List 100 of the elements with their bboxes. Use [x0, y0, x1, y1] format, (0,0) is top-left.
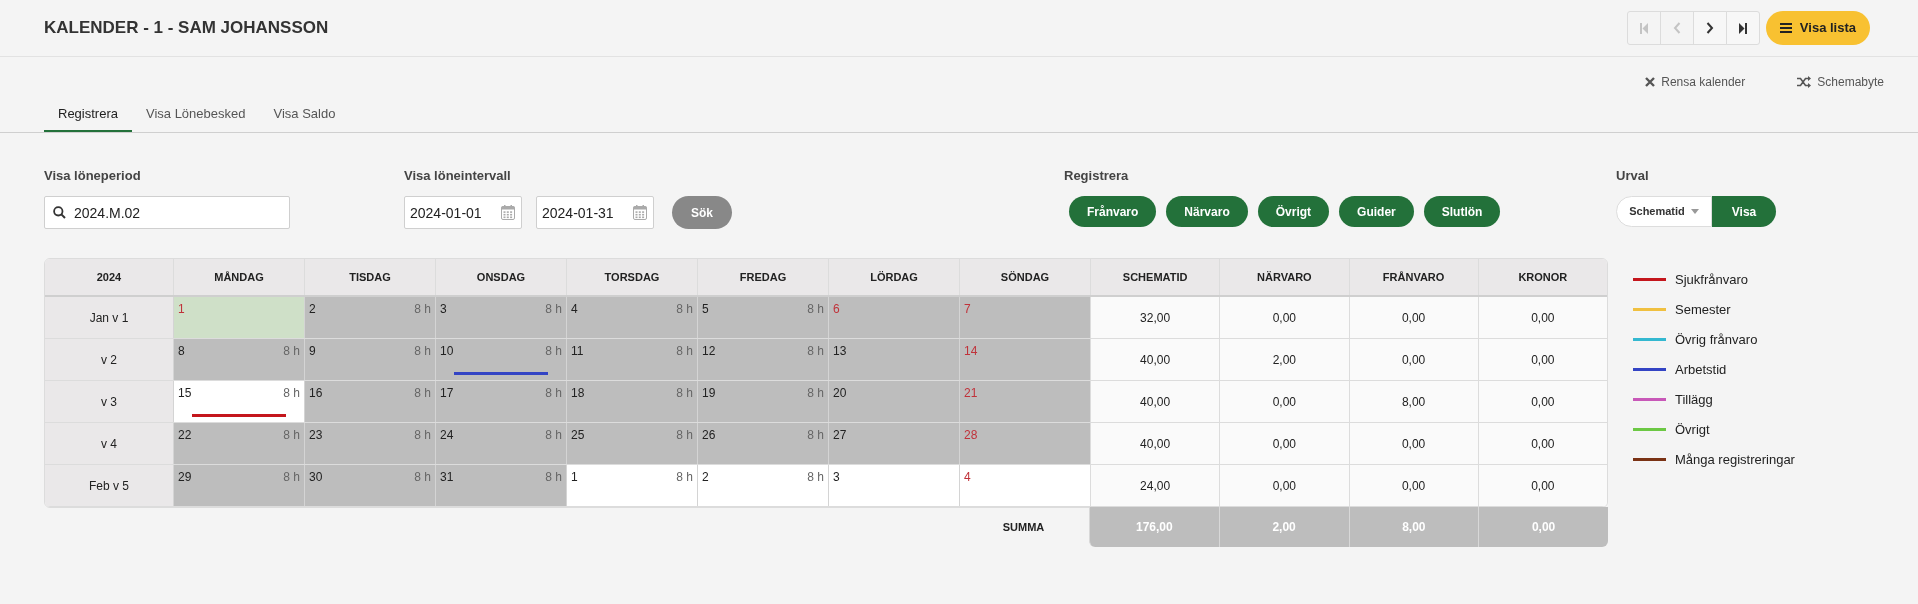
hours-label: 8 h [414, 427, 431, 444]
pager-button[interactable] [1725, 11, 1760, 45]
day-cell[interactable]: 12 8 h [697, 339, 828, 380]
day-cell[interactable]: 13 [828, 339, 959, 380]
day-number: 24 [440, 427, 454, 444]
day-number: 13 [833, 343, 847, 360]
tab[interactable]: Registrera [44, 98, 132, 132]
column-header: LÖRDAG [828, 259, 959, 295]
day-cell[interactable]: 23 8 h [304, 423, 435, 464]
day-cell[interactable]: 11 8 h [566, 339, 697, 380]
hours-label: 8 h [676, 427, 693, 444]
chevron-right-icon [1705, 22, 1714, 34]
day-number: 1 [178, 301, 185, 318]
day-cell[interactable]: 25 8 h [566, 423, 697, 464]
legend-label: Övrig frånvaro [1675, 330, 1758, 349]
day-cell[interactable]: 17 8 h [435, 381, 566, 422]
register-button[interactable]: Närvaro [1166, 196, 1248, 227]
day-cell[interactable]: 24 8 h [435, 423, 566, 464]
day-number: 7 [964, 301, 971, 318]
day-number: 3 [440, 301, 447, 318]
day-number: 25 [571, 427, 585, 444]
register-button[interactable]: Frånvaro [1069, 196, 1157, 227]
search-button[interactable]: Sök [672, 196, 732, 229]
day-number: 27 [833, 427, 847, 444]
action-link[interactable]: Rensa kalender [1645, 74, 1746, 90]
day-cell[interactable]: 26 8 h [697, 423, 828, 464]
day-number: 29 [178, 469, 192, 486]
skip-last-icon [1737, 22, 1748, 34]
field-label: Visa löneintervall [404, 167, 512, 184]
column-header: TORSDAG [566, 259, 697, 295]
day-cell[interactable]: 5 8 h [697, 297, 828, 338]
sum-label: SUMMA [1001, 519, 1046, 535]
day-cell[interactable]: 1 [173, 297, 304, 338]
day-number: 18 [571, 385, 585, 402]
hours-label: 8 h [283, 343, 300, 360]
day-cell[interactable]: 18 8 h [566, 381, 697, 422]
day-cell[interactable]: 4 8 h [566, 297, 697, 338]
tab[interactable]: Visa Saldo [259, 98, 350, 132]
day-cell[interactable]: 10 8 h [435, 339, 566, 380]
register-button[interactable]: Guider [1339, 196, 1414, 227]
legend-label: Övrigt [1675, 420, 1710, 439]
day-number: 15 [178, 385, 192, 402]
shuffle-icon [1797, 76, 1812, 88]
day-cell[interactable]: 16 8 h [304, 381, 435, 422]
day-number: 2 [702, 469, 709, 486]
field-label: Visa löneperiod [44, 167, 142, 184]
day-cell[interactable]: 27 [828, 423, 959, 464]
tab[interactable]: Visa Lönebesked [131, 98, 260, 132]
column-header: NÄRVARO [1219, 259, 1349, 295]
hours-label: 8 h [545, 469, 562, 486]
sum-cell: 8,00 [1348, 507, 1479, 547]
skip-first-icon [1638, 22, 1649, 34]
register-button[interactable]: Övrigt [1257, 196, 1330, 227]
day-number: 14 [964, 343, 978, 360]
action-link[interactable]: Schemabyte [1797, 74, 1884, 90]
day-cell[interactable]: 2 8 h [304, 297, 435, 338]
column-header: SÖNDAG [959, 259, 1090, 295]
day-number: 31 [440, 469, 454, 486]
day-cell[interactable]: 9 8 h [304, 339, 435, 380]
total-cell: 0,00 [1477, 465, 1607, 506]
day-cell[interactable]: 3 [828, 465, 959, 506]
day-cell[interactable]: 29 8 h [173, 465, 304, 506]
column-header: FRÅNVARO [1348, 259, 1478, 295]
day-number: 5 [702, 301, 709, 318]
day-cell[interactable]: 20 [828, 381, 959, 422]
search-field[interactable]: 2024.M.02 [44, 196, 290, 229]
day-cell[interactable]: 1 8 h [566, 465, 697, 506]
column-header: MÅNDAG [173, 259, 304, 295]
date-field[interactable]: 2024-01-31 [536, 196, 654, 229]
day-cell[interactable]: 22 8 h [173, 423, 304, 464]
day-cell[interactable]: 31 8 h [435, 465, 566, 506]
day-number: 19 [702, 385, 716, 402]
hours-label: 8 h [283, 427, 300, 444]
day-cell[interactable]: 30 8 h [304, 465, 435, 506]
day-cell[interactable]: 2 8 h [697, 465, 828, 506]
day-number: 1 [571, 469, 578, 486]
select-field[interactable]: Schematid [1616, 196, 1712, 227]
register-button[interactable]: Slutlön [1423, 196, 1501, 227]
day-cell[interactable]: 15 8 h [173, 381, 304, 422]
day-number: 10 [440, 343, 454, 360]
day-cell[interactable]: 8 8 h [173, 339, 304, 380]
day-cell[interactable]: 19 8 h [697, 381, 828, 422]
day-number: 28 [964, 427, 978, 444]
chevron-left-icon [1672, 22, 1681, 34]
day-number: 23 [309, 427, 323, 444]
list-view-button[interactable]: Visa lista [1765, 11, 1870, 45]
day-cell[interactable]: 4 [959, 465, 1090, 506]
day-number: 12 [702, 343, 716, 360]
day-number: 22 [178, 427, 192, 444]
day-cell[interactable]: 3 8 h [435, 297, 566, 338]
column-header: 2024 [95, 269, 123, 285]
show-button[interactable]: Visa [1712, 196, 1776, 227]
day-number: 21 [964, 385, 978, 402]
legend-label: Sjukfrånvaro [1675, 270, 1748, 289]
sum-cell: 2,00 [1218, 507, 1349, 547]
hours-label: 8 h [807, 343, 824, 360]
sum-cell: 176,00 [1089, 507, 1219, 547]
legend-label: Arbetstid [1675, 360, 1727, 379]
date-field[interactable]: 2024-01-01 [404, 196, 522, 229]
calendar-icon [633, 205, 647, 220]
